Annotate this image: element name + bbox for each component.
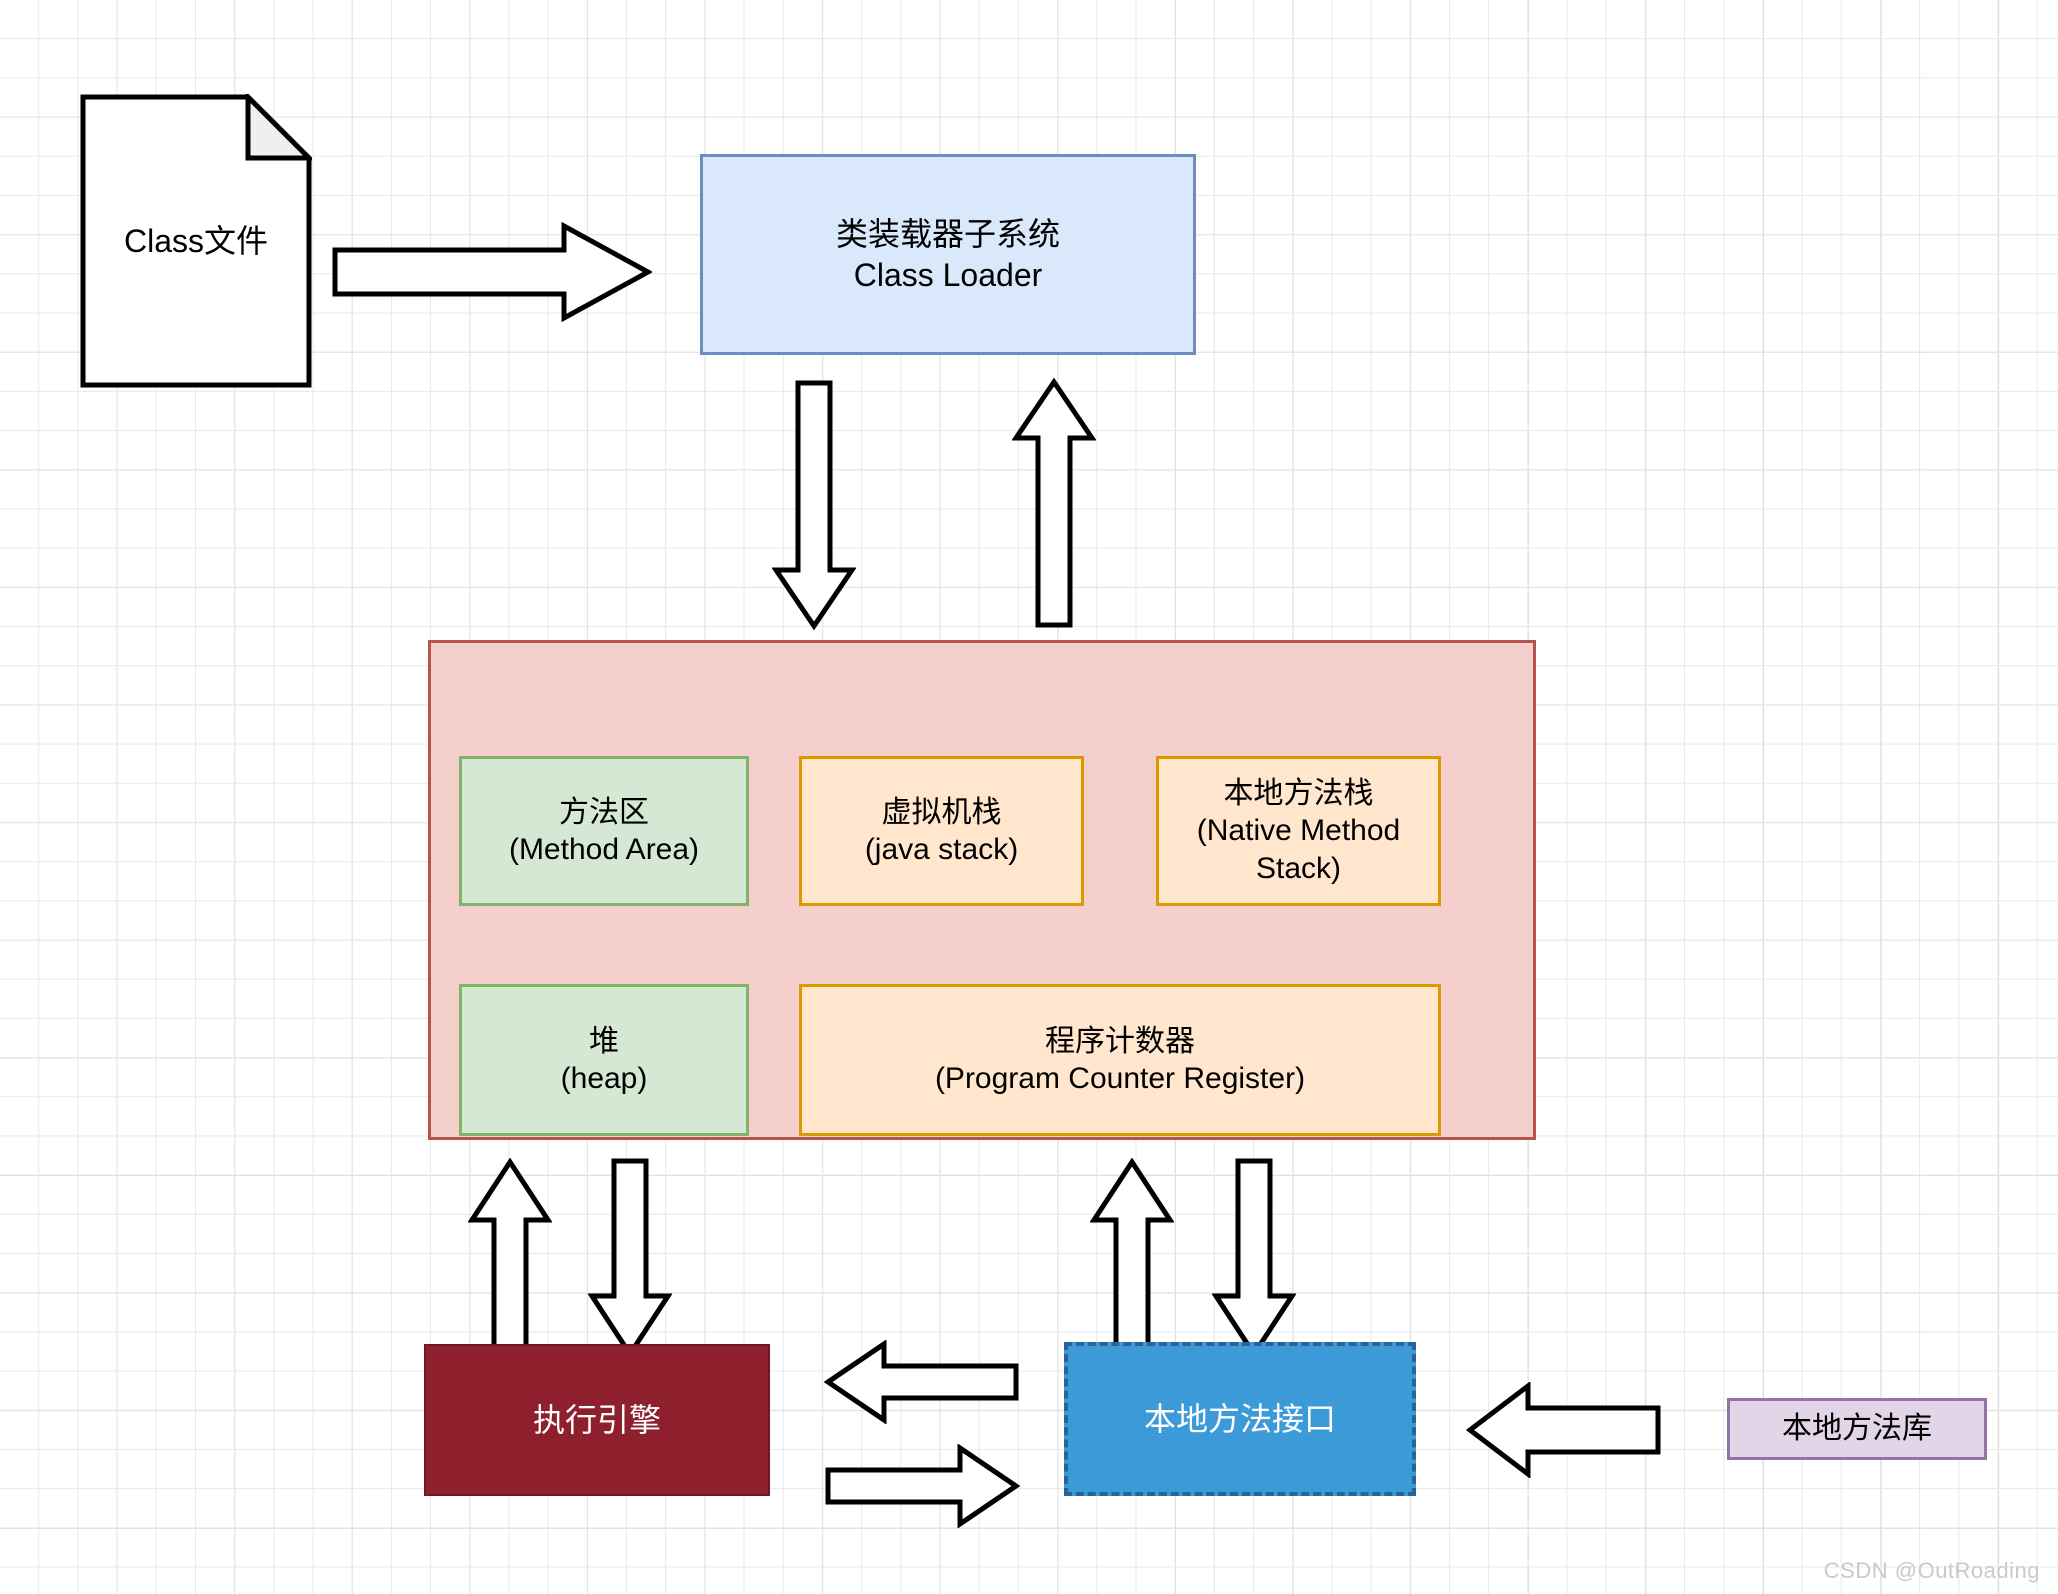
node-method-area[interactable]: 方法区 (Method Area) [459, 756, 749, 906]
arrow-runtime-to-loader [1012, 378, 1096, 628]
arrow-loader-to-runtime [772, 380, 856, 630]
node-class-loader-label: 类装载器子系统 Class Loader [835, 216, 1060, 293]
node-java-stack[interactable]: 虚拟机栈 (java stack) [799, 756, 1084, 906]
node-class-file-label: Class文件 [123, 222, 269, 259]
node-execution-engine[interactable]: 执行引擎 [424, 1344, 770, 1496]
node-class-loader[interactable]: 类装载器子系统 Class Loader [700, 154, 1196, 355]
arrow-engine-to-runtime [588, 1158, 672, 1358]
node-native-method-library-label: 本地方法库 [1782, 1412, 1932, 1446]
arrow-native-to-runtime [1212, 1158, 1296, 1358]
node-heap[interactable]: 堆 (heap) [459, 984, 749, 1136]
node-execution-engine-label: 执行引擎 [532, 1401, 661, 1438]
node-runtime-data-area[interactable]: 方法区 (Method Area) 虚拟机栈 (java stack) 本地方法… [428, 640, 1536, 1140]
node-class-file[interactable]: Class文件 [80, 94, 312, 388]
watermark: CSDN @OutRoading [1823, 1558, 2040, 1583]
arrow-classfile-to-loader [332, 222, 652, 322]
node-native-method-library[interactable]: 本地方法库 [1727, 1398, 1987, 1460]
node-java-stack-label: 虚拟机栈 (java stack) [864, 795, 1019, 866]
node-pc-register-label: 程序计数器 (Program Counter Register) [934, 1024, 1306, 1095]
arrow-runtime-to-engine [468, 1158, 552, 1358]
node-native-method-stack[interactable]: 本地方法栈 (Native Method Stack) [1156, 756, 1441, 906]
arrow-runtime-to-native [1090, 1158, 1174, 1358]
arrow-native-to-engine [824, 1340, 1020, 1424]
node-native-method-interface[interactable]: 本地方法接口 [1064, 1342, 1416, 1496]
arrow-library-to-native [1466, 1382, 1662, 1478]
node-native-method-interface-label: 本地方法接口 [1143, 1400, 1336, 1437]
node-native-method-stack-label: 本地方法栈 (Native Method Stack) [1196, 777, 1401, 885]
node-method-area-label: 方法区 (Method Area) [508, 795, 700, 866]
diagram-canvas: Class文件 类装载器子系统 Class Loader 方法区 (Method… [0, 0, 2058, 1594]
arrow-engine-to-native [824, 1444, 1020, 1528]
node-heap-label: 堆 (heap) [560, 1024, 648, 1095]
node-pc-register[interactable]: 程序计数器 (Program Counter Register) [799, 984, 1441, 1136]
